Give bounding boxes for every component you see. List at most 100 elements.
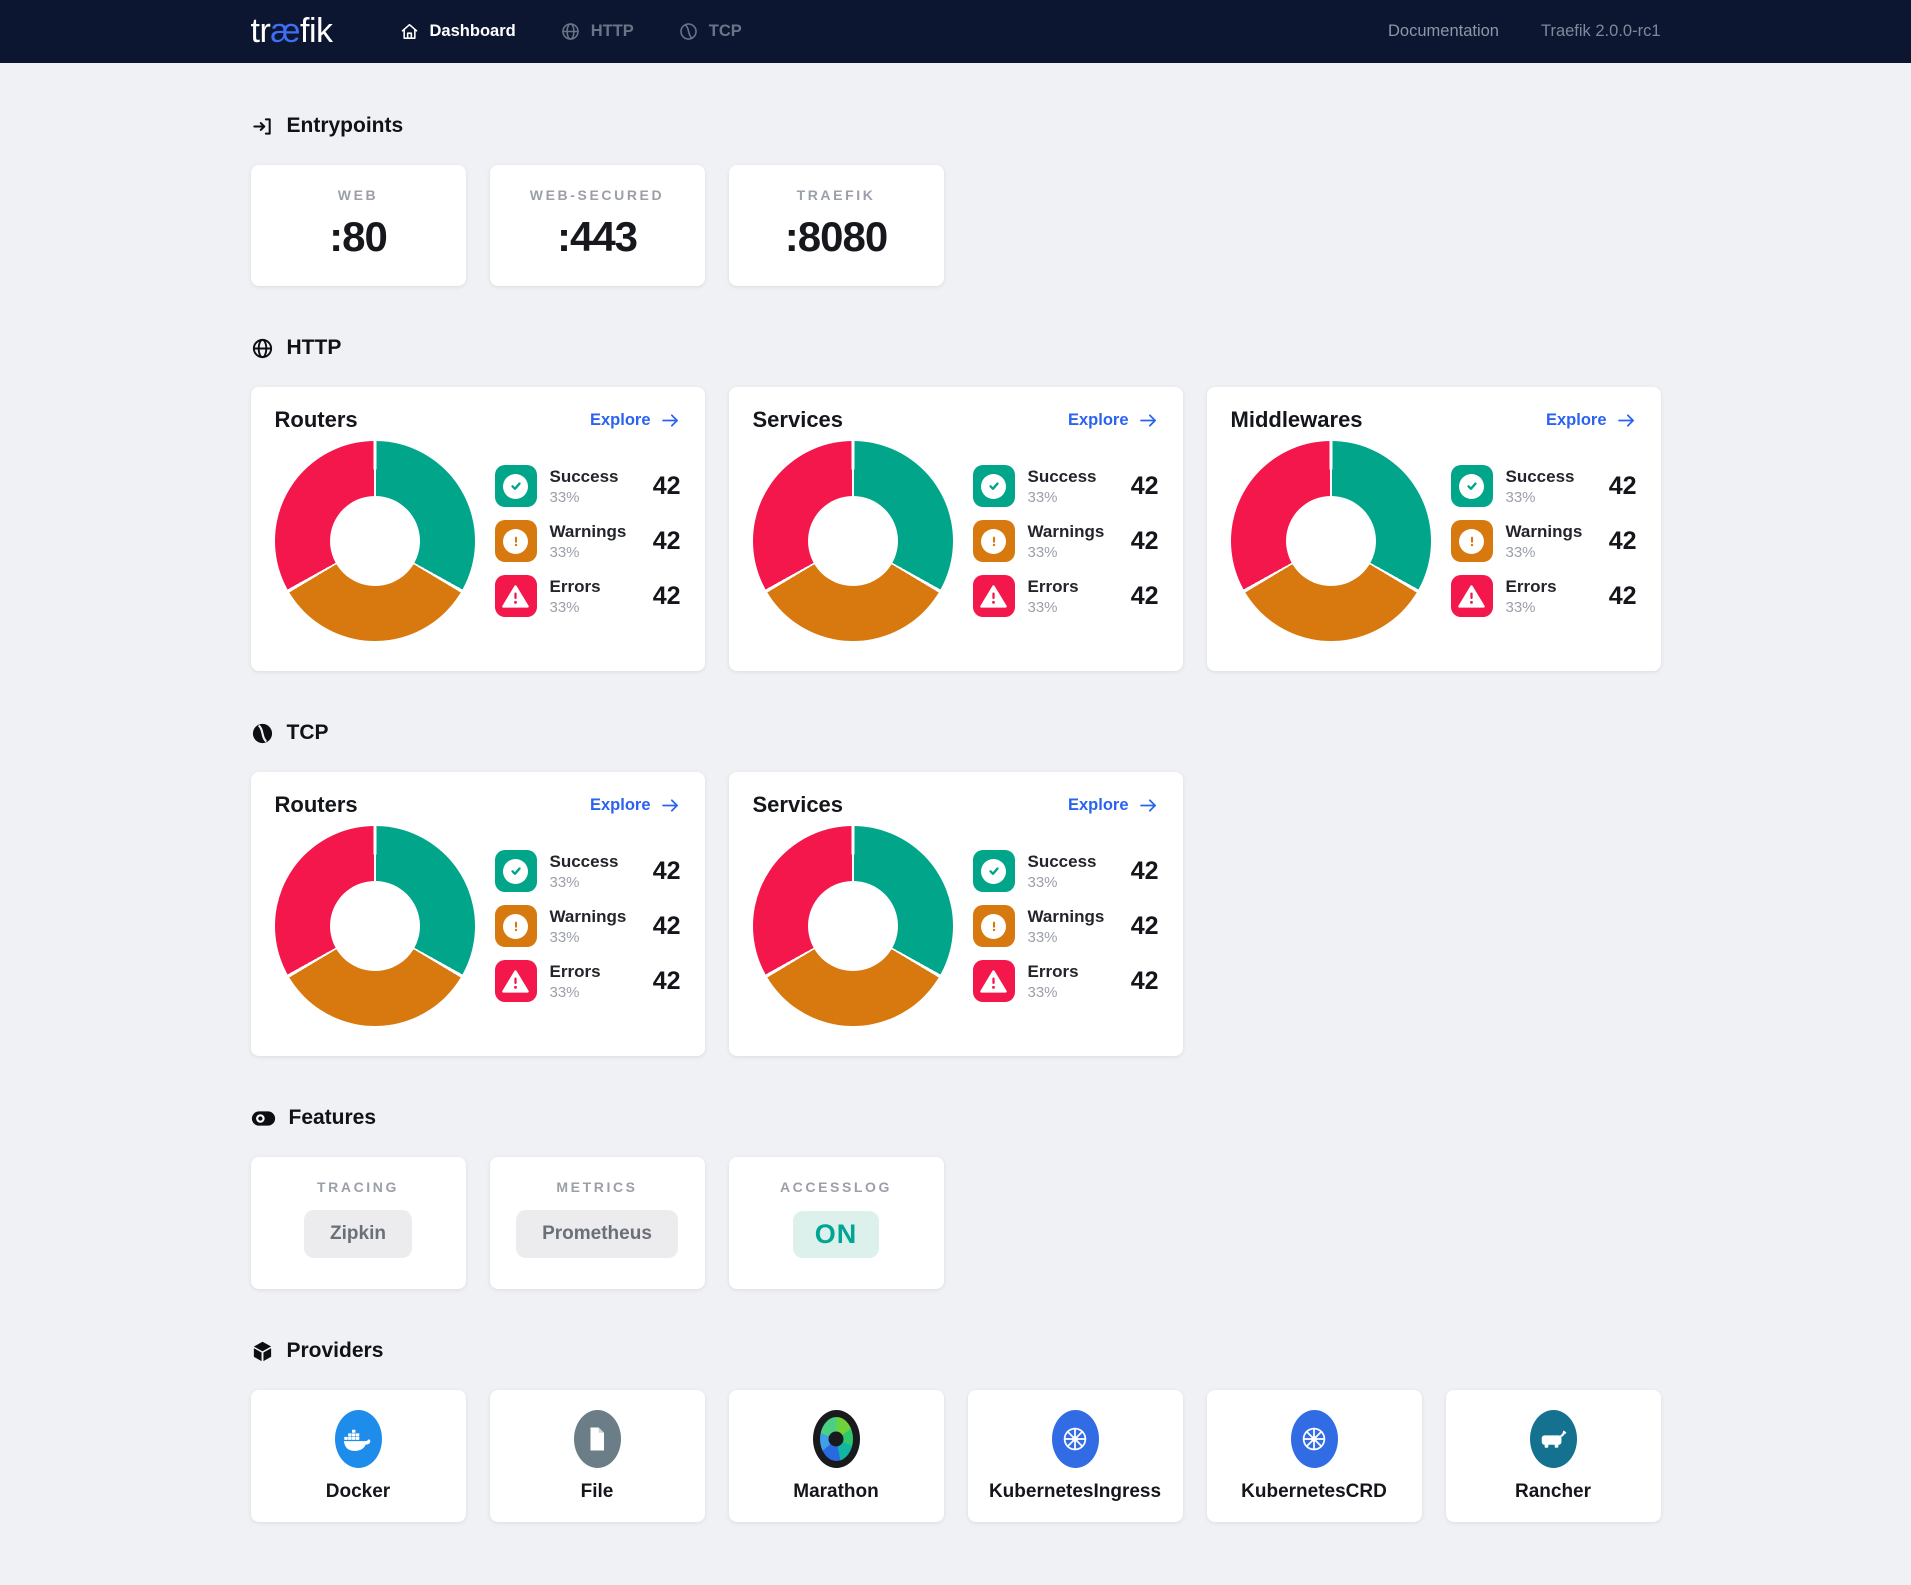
chart-legend: Success33% 42 Warnings33% 42 Errors33% 4… xyxy=(485,850,681,1002)
entrypoint-card-traefik: TRAEFIK :8080 xyxy=(729,165,944,286)
exclamation-circle-icon xyxy=(1451,520,1493,562)
legend-percent: 33% xyxy=(1506,489,1575,506)
feature-name: ACCESSLOG xyxy=(780,1179,892,1195)
legend-count: 42 xyxy=(1131,967,1159,996)
legend-count: 42 xyxy=(653,857,681,886)
card-title: Services xyxy=(753,407,844,433)
explore-label: Explore xyxy=(590,411,651,430)
legend-count: 42 xyxy=(653,582,681,611)
toggle-icon xyxy=(251,1110,276,1127)
legend-label: Warnings xyxy=(550,522,627,542)
main-nav: Dashboard HTTP TCP xyxy=(399,21,742,42)
exclamation-circle-icon xyxy=(973,905,1015,947)
warning-triangle-icon xyxy=(973,575,1015,617)
explore-label: Explore xyxy=(590,796,651,815)
traefik-logo: træfik xyxy=(251,12,333,51)
check-circle-icon xyxy=(973,465,1015,507)
card-title: Routers xyxy=(275,407,358,433)
providers-grid: Docker File Marathon KubernetesIngress xyxy=(251,1390,1661,1522)
legend-percent: 33% xyxy=(550,929,627,946)
legend-percent: 33% xyxy=(550,489,619,506)
legend-row-errors: Errors33% 42 xyxy=(495,575,681,617)
legend-row-success: Success33% 42 xyxy=(495,850,681,892)
entrypoints-grid: WEB :80 WEB-SECURED :443 TRAEFIK :8080 xyxy=(251,165,1661,286)
arrow-right-icon xyxy=(1138,795,1159,816)
provider-card-file: File xyxy=(490,1390,705,1522)
exclamation-circle-icon xyxy=(973,520,1015,562)
legend-count: 42 xyxy=(653,912,681,941)
package-icon xyxy=(251,1340,274,1363)
legend-row-success: Success33% 42 xyxy=(973,465,1159,507)
explore-link[interactable]: Explore xyxy=(590,795,681,816)
http-grid: Routers Explore Success33% 42 Warn xyxy=(251,387,1661,671)
section-title-text: Features xyxy=(289,1106,377,1130)
tcp-section-title: TCP xyxy=(251,721,1661,745)
legend-count: 42 xyxy=(653,472,681,501)
legend-label: Errors xyxy=(1506,577,1557,597)
arrow-right-icon xyxy=(660,410,681,431)
http-middlewares-card: Middlewares Explore Success33% 42 xyxy=(1207,387,1661,671)
top-navbar: træfik Dashboard HTTP TCP Documentation … xyxy=(0,0,1911,63)
nav-label: HTTP xyxy=(591,22,634,41)
entrypoint-port: :8080 xyxy=(785,203,887,270)
legend-count: 42 xyxy=(653,967,681,996)
check-circle-icon xyxy=(973,850,1015,892)
legend-row-errors: Errors33% 42 xyxy=(1451,575,1637,617)
entrypoint-card-web-secured: WEB-SECURED :443 xyxy=(490,165,705,286)
features-section-title: Features xyxy=(251,1106,1661,1130)
warning-triangle-icon xyxy=(1451,575,1493,617)
explore-link[interactable]: Explore xyxy=(590,410,681,431)
section-title-text: TCP xyxy=(287,721,329,745)
entrypoints-section-title: Entrypoints xyxy=(251,114,1661,138)
legend-row-warnings: Warnings33% 42 xyxy=(973,520,1159,562)
provider-name: Marathon xyxy=(793,1481,879,1503)
arrow-right-icon xyxy=(1138,410,1159,431)
explore-label: Explore xyxy=(1068,411,1129,430)
nav-item-dashboard[interactable]: Dashboard xyxy=(399,21,516,42)
docker-whale-icon xyxy=(335,1410,382,1468)
chart-legend: Success33% 42 Warnings33% 42 Errors33% 4… xyxy=(963,465,1159,617)
legend-row-errors: Errors33% 42 xyxy=(973,960,1159,1002)
nav-item-tcp[interactable]: TCP xyxy=(678,21,742,42)
legend-count: 42 xyxy=(1131,472,1159,501)
warning-triangle-icon xyxy=(973,960,1015,1002)
legend-row-warnings: Warnings 33% 42 xyxy=(495,520,681,562)
explore-link[interactable]: Explore xyxy=(1546,410,1637,431)
legend-label: Warnings xyxy=(550,907,627,927)
legend-row-success: Success33% 42 xyxy=(973,850,1159,892)
provider-card-kubernetes-crd: KubernetesCRD xyxy=(1207,1390,1422,1522)
feature-value-badge: Zipkin xyxy=(304,1210,412,1258)
kubernetes-helm-icon xyxy=(1052,1410,1099,1468)
legend-label: Success xyxy=(1028,467,1097,487)
entrypoint-card-web: WEB :80 xyxy=(251,165,466,286)
warning-triangle-icon xyxy=(495,575,537,617)
check-circle-icon xyxy=(495,850,537,892)
legend-percent: 33% xyxy=(1028,874,1097,891)
tcp-ball-icon xyxy=(678,21,699,42)
legend-label: Success xyxy=(550,467,619,487)
legend-label: Errors xyxy=(550,577,601,597)
explore-label: Explore xyxy=(1068,796,1129,815)
explore-link[interactable]: Explore xyxy=(1068,795,1159,816)
legend-count: 42 xyxy=(653,527,681,556)
card-title: Services xyxy=(753,792,844,818)
explore-label: Explore xyxy=(1546,411,1607,430)
documentation-link[interactable]: Documentation xyxy=(1388,22,1499,41)
donut-chart xyxy=(275,826,475,1026)
legend-percent: 33% xyxy=(1028,599,1079,616)
legend-count: 42 xyxy=(1131,527,1159,556)
legend-label: Warnings xyxy=(1028,522,1105,542)
legend-label: Success xyxy=(1506,467,1575,487)
nav-item-http[interactable]: HTTP xyxy=(560,21,634,42)
explore-link[interactable]: Explore xyxy=(1068,410,1159,431)
legend-row-success: Success 33% 42 xyxy=(495,465,681,507)
chart-legend: Success33% 42 Warnings33% 42 Errors33% 4… xyxy=(963,850,1159,1002)
legend-count: 42 xyxy=(1131,857,1159,886)
provider-name: KubernetesIngress xyxy=(989,1481,1161,1503)
login-arrow-icon xyxy=(251,115,274,138)
entrypoint-name: WEB-SECURED xyxy=(530,187,664,203)
legend-percent: 33% xyxy=(550,544,627,561)
legend-label: Warnings xyxy=(1506,522,1583,542)
marathon-wheel-icon xyxy=(813,1410,860,1468)
legend-percent: 33% xyxy=(550,874,619,891)
